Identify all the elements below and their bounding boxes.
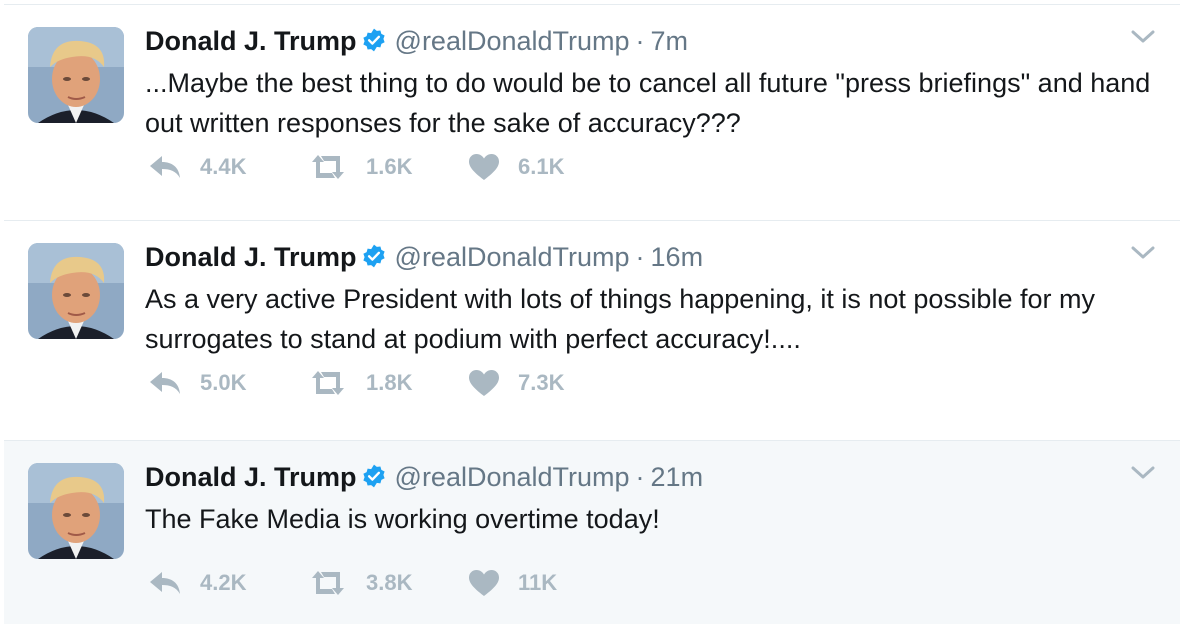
tweet-timeline: Donald J. Trump @realDonaldTrump · 7m ...Ma… [0,0,1184,624]
tweet-header: Donald J. Trump @realDonaldTrump · 21m [145,460,703,497]
tweet-text: ...Maybe the best thing to do would be t… [145,68,1151,138]
chevron-down-icon[interactable] [1130,29,1156,50]
tweet-actions: 4.4K 1.6K 6.1K [148,149,628,185]
retweet-button[interactable]: 1.6K [308,153,468,181]
tweet-text: As a very active President with lots of … [145,284,1095,354]
heart-icon [468,153,500,181]
retweet-count: 1.8K [366,370,413,395]
like-count: 11K [518,570,558,595]
tweet-header: Donald J. Trump @realDonaldTrump · 16m [145,240,703,277]
tweet-actions: 5.0K 1.8K 7.3K [148,365,628,401]
heart-icon [468,369,500,397]
author-handle[interactable]: @realDonaldTrump [395,462,630,492]
separator-dot: · [635,462,645,492]
reply-icon [148,569,182,597]
tweet-timestamp[interactable]: 16m [651,242,704,272]
avatar[interactable] [28,243,124,339]
avatar[interactable] [28,27,124,123]
reply-count: 4.2K [200,570,247,595]
tweet-card[interactable]: Donald J. Trump @realDonaldTrump · 16m As a… [4,220,1180,436]
reply-count: 5.0K [200,370,247,395]
reply-button[interactable]: 5.0K [148,369,308,397]
author-name[interactable]: Donald J. Trump [145,242,357,272]
retweet-count: 3.8K [366,570,413,595]
tweet-header: Donald J. Trump @realDonaldTrump · 7m [145,24,688,61]
reply-icon [148,369,182,397]
verified-badge-icon [361,463,387,497]
retweet-button[interactable]: 3.8K [308,569,468,597]
author-name[interactable]: Donald J. Trump [145,26,357,56]
tweet-timestamp[interactable]: 21m [651,462,704,492]
separator-dot: · [635,26,645,56]
separator-dot: · [635,242,645,272]
tweet-actions: 4.2K 3.8K 11K [148,565,628,601]
tweet-text: The Fake Media is working overtime today… [145,504,660,534]
author-handle[interactable]: @realDonaldTrump [395,26,630,56]
retweet-icon [308,153,348,181]
reply-icon [148,153,182,181]
tweet-timestamp[interactable]: 7m [651,26,689,56]
heart-icon [468,569,500,597]
like-button[interactable]: 11K [468,569,628,597]
verified-badge-icon [361,243,387,277]
retweet-button[interactable]: 1.8K [308,369,468,397]
like-button[interactable]: 6.1K [468,153,628,181]
reply-button[interactable]: 4.4K [148,153,308,181]
like-button[interactable]: 7.3K [468,369,628,397]
avatar[interactable] [28,463,124,559]
like-count: 7.3K [518,370,565,395]
chevron-down-icon[interactable] [1130,245,1156,266]
retweet-count: 1.6K [366,154,413,179]
reply-count: 4.4K [200,154,247,179]
verified-badge-icon [361,27,387,61]
like-count: 6.1K [518,154,565,179]
chevron-down-icon[interactable] [1130,465,1156,486]
tweet-card[interactable]: Donald J. Trump @realDonaldTrump · 21m The … [4,440,1180,624]
retweet-icon [308,369,348,397]
reply-button[interactable]: 4.2K [148,569,308,597]
tweet-card[interactable]: Donald J. Trump @realDonaldTrump · 7m ...Ma… [4,4,1180,220]
author-handle[interactable]: @realDonaldTrump [395,242,630,272]
author-name[interactable]: Donald J. Trump [145,462,357,492]
retweet-icon [308,569,348,597]
